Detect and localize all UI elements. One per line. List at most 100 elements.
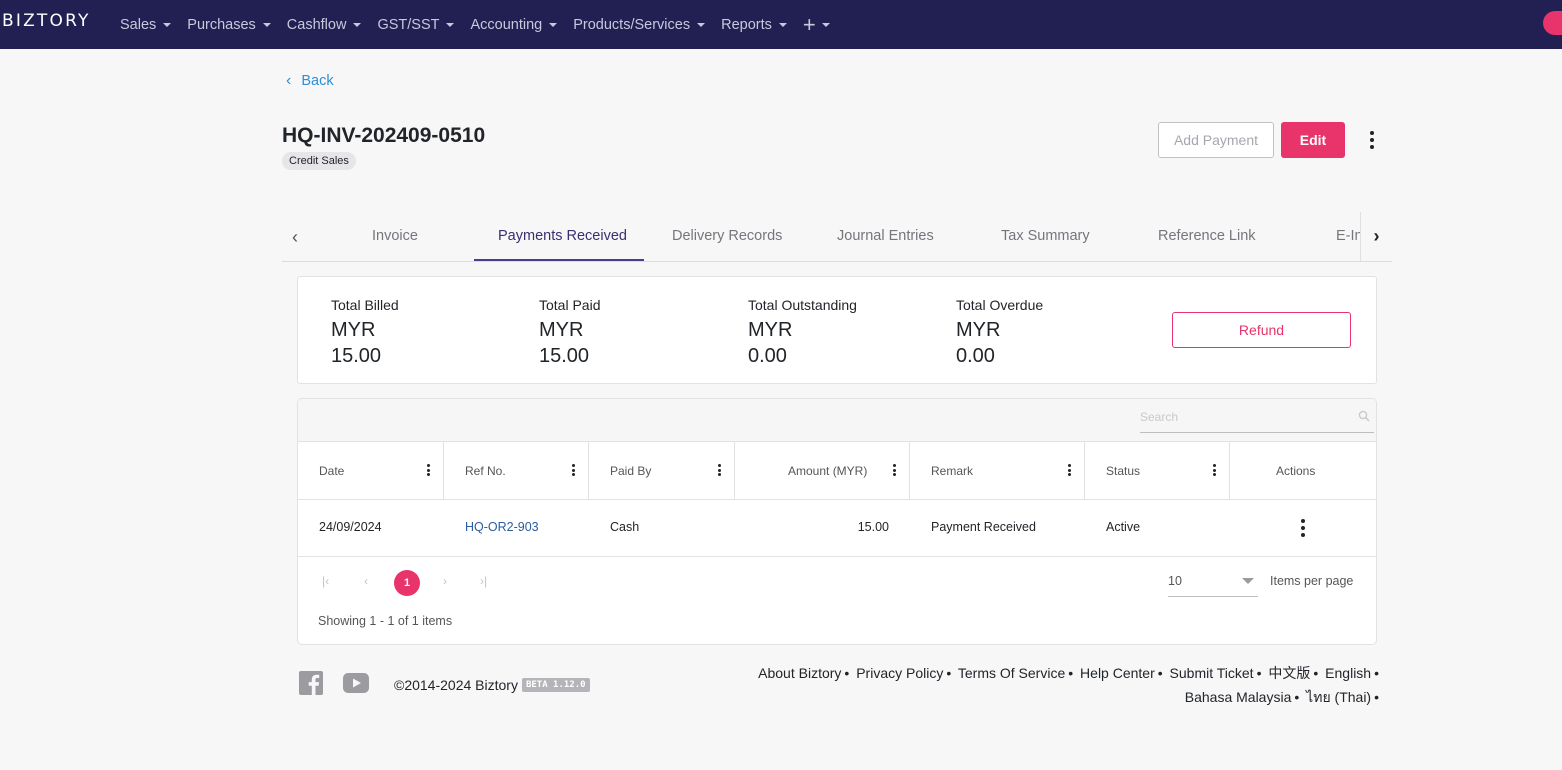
column-menu-icon[interactable] xyxy=(1063,464,1075,476)
separator-dot: • xyxy=(1374,689,1379,705)
cell-status: Active xyxy=(1106,520,1141,534)
quick-add-menu[interactable]: + xyxy=(803,12,830,38)
tab-journal-entries[interactable]: Journal Entries xyxy=(837,228,934,244)
footer-link-thai[interactable]: ไทย (Thai) xyxy=(1306,689,1371,705)
col-header-date[interactable]: Date xyxy=(298,442,444,500)
footer-link-about[interactable]: About Biztory xyxy=(758,665,841,681)
footer-link-help-center[interactable]: Help Center xyxy=(1080,665,1155,681)
search-input[interactable]: Search xyxy=(1140,407,1374,433)
prev-page-icon[interactable]: ‹ xyxy=(364,574,368,588)
tab-invoice[interactable]: Invoice xyxy=(372,228,418,244)
total-outstanding: Total Outstanding MYR 0.00 xyxy=(748,297,857,369)
column-menu-icon[interactable] xyxy=(567,464,579,476)
column-menu-icon[interactable] xyxy=(422,464,434,476)
col-header-status[interactable]: Status xyxy=(1085,442,1230,500)
footer-link-privacy[interactable]: Privacy Policy xyxy=(856,665,943,681)
top-navbar: BIZTORY Sales Purchases Cashflow GST/SST… xyxy=(0,0,1562,49)
user-menu-button[interactable] xyxy=(1543,11,1562,35)
caret-down-icon xyxy=(353,22,362,27)
col-status-label: Status xyxy=(1106,464,1141,478)
caret-down-icon xyxy=(163,22,172,27)
separator-dot: • xyxy=(844,665,850,681)
main-menu: Sales Purchases Cashflow GST/SST Account… xyxy=(120,0,830,49)
facebook-icon[interactable] xyxy=(299,671,323,695)
total-billed-currency: MYR xyxy=(331,319,376,341)
col-date-label: Date xyxy=(319,464,345,478)
next-page-icon[interactable]: › xyxy=(443,574,447,588)
row-actions-icon[interactable] xyxy=(1297,519,1309,537)
menu-purchases-label: Purchases xyxy=(187,16,256,33)
tab-delivery-records[interactable]: Delivery Records xyxy=(672,228,782,244)
copyright: ©2014-2024 Biztory BETA 1.12.0 xyxy=(394,677,590,693)
column-menu-icon[interactable] xyxy=(713,464,725,476)
menu-products-services[interactable]: Products/Services xyxy=(573,16,706,33)
menu-reports-label: Reports xyxy=(721,16,772,33)
col-header-ref-no[interactable]: Ref No. xyxy=(444,442,589,500)
col-ref-no-label: Ref No. xyxy=(465,464,506,478)
page-button-current[interactable]: 1 xyxy=(394,570,420,596)
separator-dot: • xyxy=(1294,689,1300,705)
col-header-remark[interactable]: Remark xyxy=(910,442,1085,500)
caret-down-icon xyxy=(697,22,706,27)
cell-amount: 15.00 xyxy=(857,520,889,534)
edit-button[interactable]: Edit xyxy=(1281,122,1345,158)
column-menu-icon[interactable] xyxy=(888,464,900,476)
footer-link-english[interactable]: English xyxy=(1325,665,1371,681)
col-actions-label: Actions xyxy=(1276,464,1316,478)
separator-dot: • xyxy=(1068,665,1074,681)
page-size-select[interactable]: 10 xyxy=(1168,565,1258,597)
items-per-page-label: Items per page xyxy=(1270,574,1354,588)
copyright-text: ©2014-2024 Biztory xyxy=(394,677,518,693)
tab-payments-received[interactable]: Payments Received xyxy=(498,228,627,244)
col-header-actions: Actions xyxy=(1230,442,1376,500)
footer-link-chinese[interactable]: 中文版 xyxy=(1268,665,1310,681)
last-page-icon[interactable]: ›| xyxy=(480,574,487,588)
total-overdue-currency: MYR xyxy=(956,319,1001,341)
tab-tax-summary[interactable]: Tax Summary xyxy=(1001,228,1090,244)
cell-date: 24/09/2024 xyxy=(319,520,382,534)
menu-reports[interactable]: Reports xyxy=(721,17,787,33)
menu-accounting-label: Accounting xyxy=(470,16,543,33)
menu-gst-sst[interactable]: GST/SST xyxy=(377,17,455,33)
footer-link-terms[interactable]: Terms Of Service xyxy=(958,665,1065,681)
refund-button[interactable]: Refund xyxy=(1172,312,1351,348)
total-outstanding-currency: MYR xyxy=(748,319,793,341)
total-overdue-value: 0.00 xyxy=(956,345,995,367)
footer-link-submit-ticket[interactable]: Submit Ticket xyxy=(1170,665,1254,681)
separator-dot: • xyxy=(1157,665,1163,681)
total-billed: Total Billed MYR 15.00 xyxy=(331,297,399,369)
col-amount-label: Amount (MYR) xyxy=(788,464,868,478)
menu-accounting[interactable]: Accounting xyxy=(470,16,558,33)
first-page-icon[interactable]: |‹ xyxy=(322,574,329,588)
version-badge: BETA 1.12.0 xyxy=(521,678,590,692)
menu-cashflow[interactable]: Cashflow xyxy=(287,17,362,33)
back-link[interactable]: ‹ Back xyxy=(286,72,334,90)
separator-dot: • xyxy=(1256,665,1262,681)
cell-ref-no-link[interactable]: HQ-OR2-903 xyxy=(465,520,539,534)
tab-reference-link[interactable]: Reference Link xyxy=(1158,228,1256,244)
column-menu-icon[interactable] xyxy=(1208,464,1220,476)
add-payment-button[interactable]: Add Payment xyxy=(1158,122,1274,158)
tab-bar: ‹ Invoice Payments Received Delivery Rec… xyxy=(282,212,1392,262)
menu-sales[interactable]: Sales xyxy=(120,17,172,33)
menu-products-services-label: Products/Services xyxy=(573,16,691,33)
youtube-icon[interactable] xyxy=(343,673,369,693)
footer-link-malay[interactable]: Bahasa Malaysia xyxy=(1185,689,1292,705)
pagination: |‹ ‹ 1 › ›| 10 Items per page Showing 1 … xyxy=(298,557,1376,644)
grid-toolbar: Search xyxy=(298,399,1376,442)
footer-links: About Biztory • Privacy Policy • Terms Of … xyxy=(742,661,1382,709)
tab-scroll-right-icon[interactable]: › xyxy=(1360,212,1392,261)
page-size-value: 10 xyxy=(1168,574,1182,588)
col-header-paid-by[interactable]: Paid By xyxy=(589,442,735,500)
tab-e-invoice[interactable]: E-In xyxy=(1336,228,1363,244)
caret-down-icon xyxy=(262,22,271,27)
separator-dot: • xyxy=(946,665,952,681)
col-header-amount[interactable]: Amount (MYR) xyxy=(735,442,910,500)
caret-down-icon xyxy=(778,22,787,27)
tab-scroll-left-icon[interactable]: ‹ xyxy=(292,227,298,248)
biztory-logo[interactable]: BIZTORY xyxy=(2,11,91,31)
menu-purchases[interactable]: Purchases xyxy=(187,17,271,33)
total-paid: Total Paid MYR 15.00 xyxy=(539,297,600,369)
total-paid-currency: MYR xyxy=(539,319,584,341)
more-options-icon[interactable] xyxy=(1366,131,1378,149)
